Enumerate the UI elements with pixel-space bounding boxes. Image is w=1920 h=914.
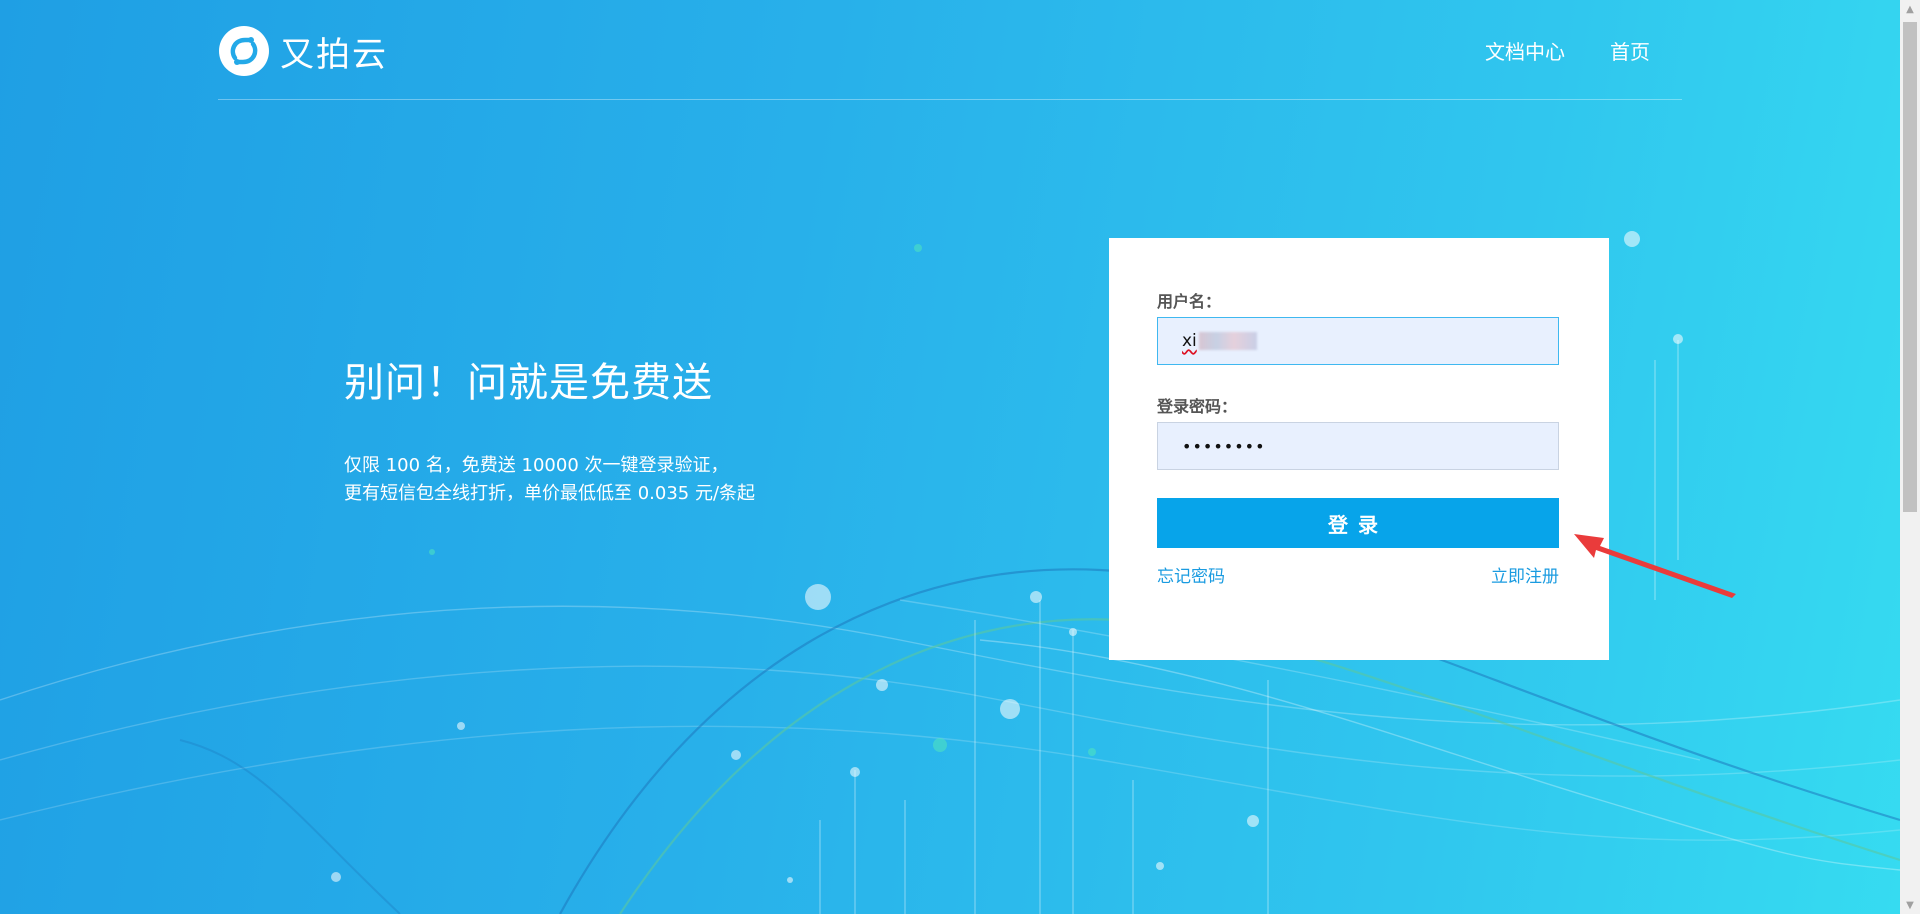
background-decoration: [0, 231, 1900, 914]
password-value: ••••••••: [1182, 436, 1266, 456]
username-label: 用户名：: [1157, 292, 1222, 311]
header: 又拍云 文档中心 首页: [218, 0, 1682, 100]
register-link[interactable]: 立即注册: [1491, 562, 1559, 587]
username-input[interactable]: xi: [1157, 317, 1559, 365]
username-value: xi: [1182, 331, 1197, 351]
top-nav: 文档中心 首页: [1485, 36, 1650, 65]
login-card: 用户名： xi 登录密码： •••••••• 登录 忘记密码 立即注册: [1109, 238, 1609, 660]
promo-description: 仅限 100 名，免费送 10000 次一键登录验证， 更有短信包全线打折，单价…: [344, 452, 755, 508]
username-redacted: [1198, 332, 1257, 350]
promo-line-1: 仅限 100 名，免费送 10000 次一键登录验证，: [344, 455, 729, 476]
brand-name: 又拍云: [280, 34, 388, 75]
nav-home-link[interactable]: 首页: [1610, 36, 1650, 65]
scroll-up-arrow-icon[interactable]: ▲: [1900, 0, 1920, 18]
red-arrow-icon: [1574, 534, 1736, 598]
password-input[interactable]: ••••••••: [1157, 422, 1559, 470]
forgot-password-link[interactable]: 忘记密码: [1157, 562, 1225, 587]
upyun-logo-icon: [219, 26, 269, 76]
password-label: 登录密码：: [1157, 397, 1238, 416]
promo-line-2: 更有短信包全线打折，单价最低低至 0.035 元/条起: [344, 483, 756, 504]
scrollbar[interactable]: ▲ ▼: [1900, 0, 1920, 914]
brand-logo[interactable]: 又拍云: [218, 25, 388, 77]
login-button[interactable]: 登录: [1157, 498, 1559, 548]
promo-section: 别问！问就是免费送 仅限 100 名，免费送 10000 次一键登录验证， 更有…: [344, 350, 755, 508]
promo-title: 别问！问就是免费送: [344, 360, 713, 406]
scroll-down-arrow-icon[interactable]: ▼: [1900, 896, 1920, 914]
page: 又拍云 文档中心 首页 别问！问就是免费送 仅限 100 名，免费送 10000…: [0, 0, 1920, 914]
nav-docs-link[interactable]: 文档中心: [1485, 36, 1565, 65]
scroll-thumb[interactable]: [1903, 22, 1917, 512]
